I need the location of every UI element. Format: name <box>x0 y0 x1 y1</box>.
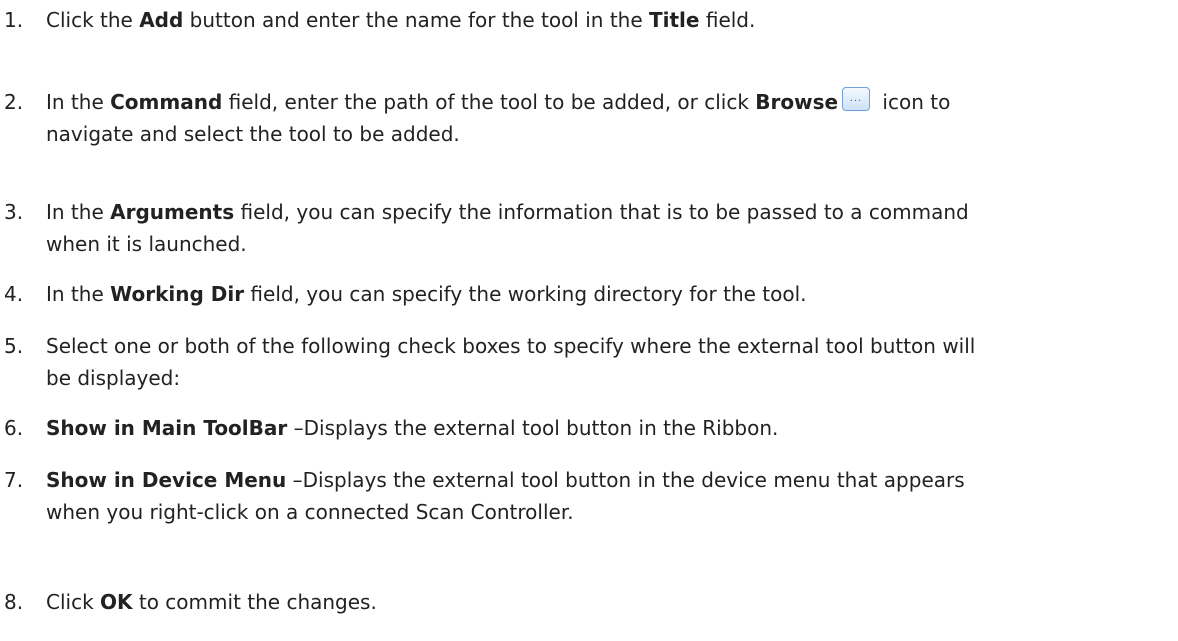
title-keyword: Title <box>649 8 700 32</box>
step-text: Select one or both of the following chec… <box>46 330 975 394</box>
step-number: 8. <box>4 590 24 614</box>
command-keyword: Command <box>110 90 223 114</box>
step-text: In the Command field, enter the path of … <box>46 86 950 150</box>
step-number: 4. <box>4 282 24 306</box>
step-text: Show in Main ToolBar –Displays the exter… <box>46 416 779 440</box>
step-text: In the Working Dir field, you can specif… <box>46 282 807 306</box>
step-number: 7. <box>4 468 24 492</box>
step-number: 3. <box>4 200 24 224</box>
ok-keyword: OK <box>100 590 133 614</box>
step-text: In the Arguments field, you can specify … <box>46 196 969 260</box>
step-number: 1. <box>4 8 24 32</box>
show-in-main-toolbar-keyword: Show in Main ToolBar <box>46 416 288 440</box>
step-number: 5. <box>4 334 24 358</box>
step-text: Show in Device Menu –Displays the extern… <box>46 464 965 528</box>
arguments-keyword: Arguments <box>110 200 235 224</box>
step-number: 2. <box>4 90 24 114</box>
browse-keyword: Browse <box>755 90 839 114</box>
step-text-line2: be displayed: <box>46 366 181 390</box>
show-in-device-menu-keyword: Show in Device Menu <box>46 468 287 492</box>
step-text-line2: when you right-click on a connected Scan… <box>46 500 574 524</box>
instructions-document: 1. Click the Add button and enter the na… <box>0 0 1178 641</box>
working-dir-keyword: Working Dir <box>110 282 245 306</box>
step-text: Click the Add button and enter the name … <box>46 8 756 32</box>
step-text-line2: when it is launched. <box>46 232 247 256</box>
step-text: Click OK to commit the changes. <box>46 590 377 614</box>
add-keyword: Add <box>139 8 184 32</box>
step-number: 6. <box>4 416 24 440</box>
browse-ellipsis-icon: ... <box>842 87 871 111</box>
step-text-line2: navigate and select the tool to be added… <box>46 122 460 146</box>
